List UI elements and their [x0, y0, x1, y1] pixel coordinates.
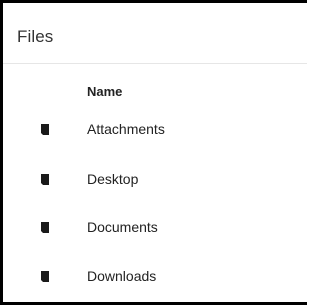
column-header-name[interactable]: Name — [87, 84, 122, 99]
title-divider — [3, 63, 307, 64]
folder-icon — [41, 124, 49, 135]
folder-icon — [41, 222, 49, 233]
files-panel: Files Name Attachments Desktop Documents… — [0, 0, 307, 305]
list-item-label: Desktop — [87, 171, 139, 187]
list-item-desktop[interactable]: Desktop — [3, 168, 307, 198]
list-item-label: Documents — [87, 219, 158, 235]
list-item-label: Downloads — [87, 268, 157, 284]
panel-title: Files — [17, 27, 54, 46]
list-item-label: Attachments — [87, 121, 165, 137]
list-item-documents[interactable]: Documents — [3, 216, 307, 246]
list-item-downloads[interactable]: Downloads — [3, 265, 307, 295]
list-item-attachments[interactable]: Attachments — [3, 118, 307, 148]
folder-icon — [41, 271, 49, 282]
folder-icon — [41, 174, 49, 185]
